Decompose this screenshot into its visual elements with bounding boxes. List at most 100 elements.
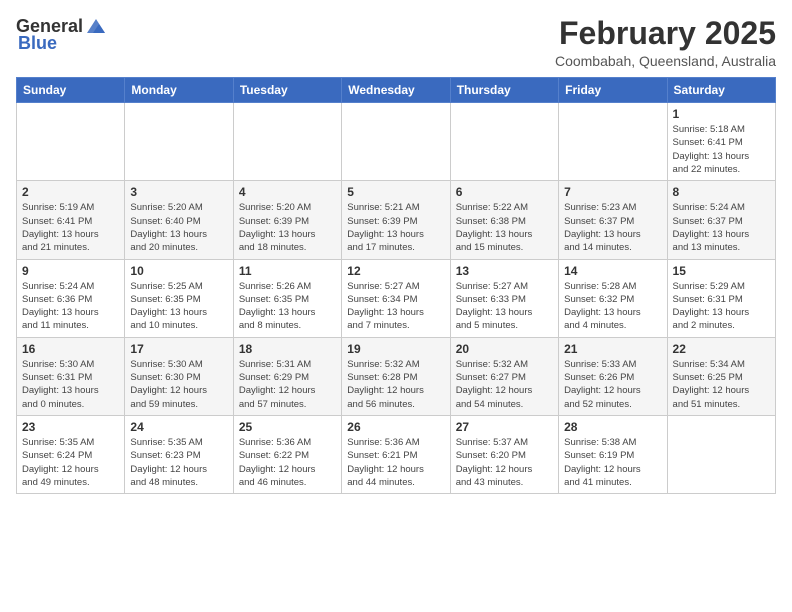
day-info: Sunrise: 5:24 AM Sunset: 6:37 PM Dayligh…	[673, 201, 770, 254]
day-number: 24	[130, 420, 227, 434]
day-info: Sunrise: 5:24 AM Sunset: 6:36 PM Dayligh…	[22, 280, 119, 333]
calendar-cell: 1 Sunrise: 5:18 AM Sunset: 6:41 PM Daylig…	[667, 103, 775, 181]
day-info: Sunrise: 5:28 AM Sunset: 6:32 PM Dayligh…	[564, 280, 661, 333]
calendar-header-row: Sunday Monday Tuesday Wednesday Thursday…	[17, 78, 776, 103]
calendar-cell: 28 Sunrise: 5:38 AM Sunset: 6:19 PM Dayli…	[559, 415, 667, 493]
day-number: 12	[347, 264, 444, 278]
day-info: Sunrise: 5:27 AM Sunset: 6:34 PM Dayligh…	[347, 280, 444, 333]
logo-icon	[85, 15, 107, 37]
calendar-cell: 10 Sunrise: 5:25 AM Sunset: 6:35 PM Dayli…	[125, 259, 233, 337]
day-info: Sunrise: 5:18 AM Sunset: 6:41 PM Dayligh…	[673, 123, 770, 176]
calendar-cell: 11Sunrise: 5:26 AM Sunset: 6:35 PM Dayli…	[233, 259, 341, 337]
calendar-cell: 25Sunrise: 5:36 AM Sunset: 6:22 PM Dayli…	[233, 415, 341, 493]
page-header: General Blue February 2025 Coombabah, Qu…	[16, 16, 776, 69]
day-info: Sunrise: 5:20 AM Sunset: 6:39 PM Dayligh…	[239, 201, 336, 254]
calendar-cell: 17 Sunrise: 5:30 AM Sunset: 6:30 PM Dayli…	[125, 337, 233, 415]
day-number: 17	[130, 342, 227, 356]
logo-blue-text: Blue	[18, 33, 57, 54]
day-number: 7	[564, 185, 661, 199]
calendar-cell: 13Sunrise: 5:27 AM Sunset: 6:33 PM Dayli…	[450, 259, 558, 337]
calendar-cell: 8 Sunrise: 5:24 AM Sunset: 6:37 PM Daylig…	[667, 181, 775, 259]
day-info: Sunrise: 5:30 AM Sunset: 6:30 PM Dayligh…	[130, 358, 227, 411]
calendar-cell	[342, 103, 450, 181]
calendar-cell: 16 Sunrise: 5:30 AM Sunset: 6:31 PM Dayli…	[17, 337, 125, 415]
calendar-cell: 19Sunrise: 5:32 AM Sunset: 6:28 PM Dayli…	[342, 337, 450, 415]
calendar-cell: 12 Sunrise: 5:27 AM Sunset: 6:34 PM Dayli…	[342, 259, 450, 337]
day-info: Sunrise: 5:33 AM Sunset: 6:26 PM Dayligh…	[564, 358, 661, 411]
col-saturday: Saturday	[667, 78, 775, 103]
calendar-cell	[450, 103, 558, 181]
calendar-cell	[17, 103, 125, 181]
day-number: 15	[673, 264, 770, 278]
calendar-cell: 20 Sunrise: 5:32 AM Sunset: 6:27 PM Dayli…	[450, 337, 558, 415]
day-info: Sunrise: 5:19 AM Sunset: 6:41 PM Dayligh…	[22, 201, 119, 254]
day-number: 20	[456, 342, 553, 356]
calendar-cell: 24 Sunrise: 5:35 AM Sunset: 6:23 PM Dayli…	[125, 415, 233, 493]
calendar-cell	[667, 415, 775, 493]
calendar-cell	[125, 103, 233, 181]
calendar-cell: 14 Sunrise: 5:28 AM Sunset: 6:32 PM Dayli…	[559, 259, 667, 337]
calendar-cell: 22 Sunrise: 5:34 AM Sunset: 6:25 PM Dayli…	[667, 337, 775, 415]
calendar-cell: 4 Sunrise: 5:20 AM Sunset: 6:39 PM Daylig…	[233, 181, 341, 259]
col-monday: Monday	[125, 78, 233, 103]
calendar-cell: 7 Sunrise: 5:23 AM Sunset: 6:37 PM Daylig…	[559, 181, 667, 259]
col-tuesday: Tuesday	[233, 78, 341, 103]
col-wednesday: Wednesday	[342, 78, 450, 103]
calendar-cell	[559, 103, 667, 181]
day-info: Sunrise: 5:35 AM Sunset: 6:24 PM Dayligh…	[22, 436, 119, 489]
day-number: 18	[239, 342, 336, 356]
calendar-cell: 9Sunrise: 5:24 AM Sunset: 6:36 PM Daylig…	[17, 259, 125, 337]
day-info: Sunrise: 5:38 AM Sunset: 6:19 PM Dayligh…	[564, 436, 661, 489]
day-number: 13	[456, 264, 553, 278]
col-thursday: Thursday	[450, 78, 558, 103]
day-number: 8	[673, 185, 770, 199]
calendar-cell: 3Sunrise: 5:20 AM Sunset: 6:40 PM Daylig…	[125, 181, 233, 259]
day-info: Sunrise: 5:36 AM Sunset: 6:21 PM Dayligh…	[347, 436, 444, 489]
day-info: Sunrise: 5:29 AM Sunset: 6:31 PM Dayligh…	[673, 280, 770, 333]
logo: General Blue	[16, 16, 107, 54]
day-number: 22	[673, 342, 770, 356]
day-number: 4	[239, 185, 336, 199]
day-info: Sunrise: 5:34 AM Sunset: 6:25 PM Dayligh…	[673, 358, 770, 411]
col-sunday: Sunday	[17, 78, 125, 103]
day-info: Sunrise: 5:23 AM Sunset: 6:37 PM Dayligh…	[564, 201, 661, 254]
calendar-cell: 6 Sunrise: 5:22 AM Sunset: 6:38 PM Daylig…	[450, 181, 558, 259]
calendar-cell: 23 Sunrise: 5:35 AM Sunset: 6:24 PM Dayli…	[17, 415, 125, 493]
calendar-cell: 5Sunrise: 5:21 AM Sunset: 6:39 PM Daylig…	[342, 181, 450, 259]
calendar-cell: 15 Sunrise: 5:29 AM Sunset: 6:31 PM Dayli…	[667, 259, 775, 337]
calendar-cell: 27Sunrise: 5:37 AM Sunset: 6:20 PM Dayli…	[450, 415, 558, 493]
day-info: Sunrise: 5:21 AM Sunset: 6:39 PM Dayligh…	[347, 201, 444, 254]
calendar-week-2: 2 Sunrise: 5:19 AM Sunset: 6:41 PM Daylig…	[17, 181, 776, 259]
day-number: 6	[456, 185, 553, 199]
day-number: 28	[564, 420, 661, 434]
day-number: 25	[239, 420, 336, 434]
day-number: 26	[347, 420, 444, 434]
calendar-week-3: 9Sunrise: 5:24 AM Sunset: 6:36 PM Daylig…	[17, 259, 776, 337]
day-number: 14	[564, 264, 661, 278]
day-number: 1	[673, 107, 770, 121]
calendar-week-1: 1 Sunrise: 5:18 AM Sunset: 6:41 PM Daylig…	[17, 103, 776, 181]
day-number: 10	[130, 264, 227, 278]
day-info: Sunrise: 5:25 AM Sunset: 6:35 PM Dayligh…	[130, 280, 227, 333]
day-info: Sunrise: 5:30 AM Sunset: 6:31 PM Dayligh…	[22, 358, 119, 411]
calendar-cell: 21 Sunrise: 5:33 AM Sunset: 6:26 PM Dayli…	[559, 337, 667, 415]
calendar-cell: 26 Sunrise: 5:36 AM Sunset: 6:21 PM Dayli…	[342, 415, 450, 493]
calendar-cell: 2 Sunrise: 5:19 AM Sunset: 6:41 PM Daylig…	[17, 181, 125, 259]
calendar-cell	[233, 103, 341, 181]
day-number: 27	[456, 420, 553, 434]
day-number: 16	[22, 342, 119, 356]
day-number: 23	[22, 420, 119, 434]
day-info: Sunrise: 5:32 AM Sunset: 6:27 PM Dayligh…	[456, 358, 553, 411]
day-number: 3	[130, 185, 227, 199]
day-info: Sunrise: 5:31 AM Sunset: 6:29 PM Dayligh…	[239, 358, 336, 411]
calendar-table: Sunday Monday Tuesday Wednesday Thursday…	[16, 77, 776, 494]
calendar-week-4: 16 Sunrise: 5:30 AM Sunset: 6:31 PM Dayli…	[17, 337, 776, 415]
day-number: 11	[239, 264, 336, 278]
day-number: 2	[22, 185, 119, 199]
page-subtitle: Coombabah, Queensland, Australia	[555, 53, 776, 69]
title-block: February 2025 Coombabah, Queensland, Aus…	[555, 16, 776, 69]
calendar-cell: 18 Sunrise: 5:31 AM Sunset: 6:29 PM Dayli…	[233, 337, 341, 415]
day-info: Sunrise: 5:35 AM Sunset: 6:23 PM Dayligh…	[130, 436, 227, 489]
day-number: 21	[564, 342, 661, 356]
day-info: Sunrise: 5:22 AM Sunset: 6:38 PM Dayligh…	[456, 201, 553, 254]
